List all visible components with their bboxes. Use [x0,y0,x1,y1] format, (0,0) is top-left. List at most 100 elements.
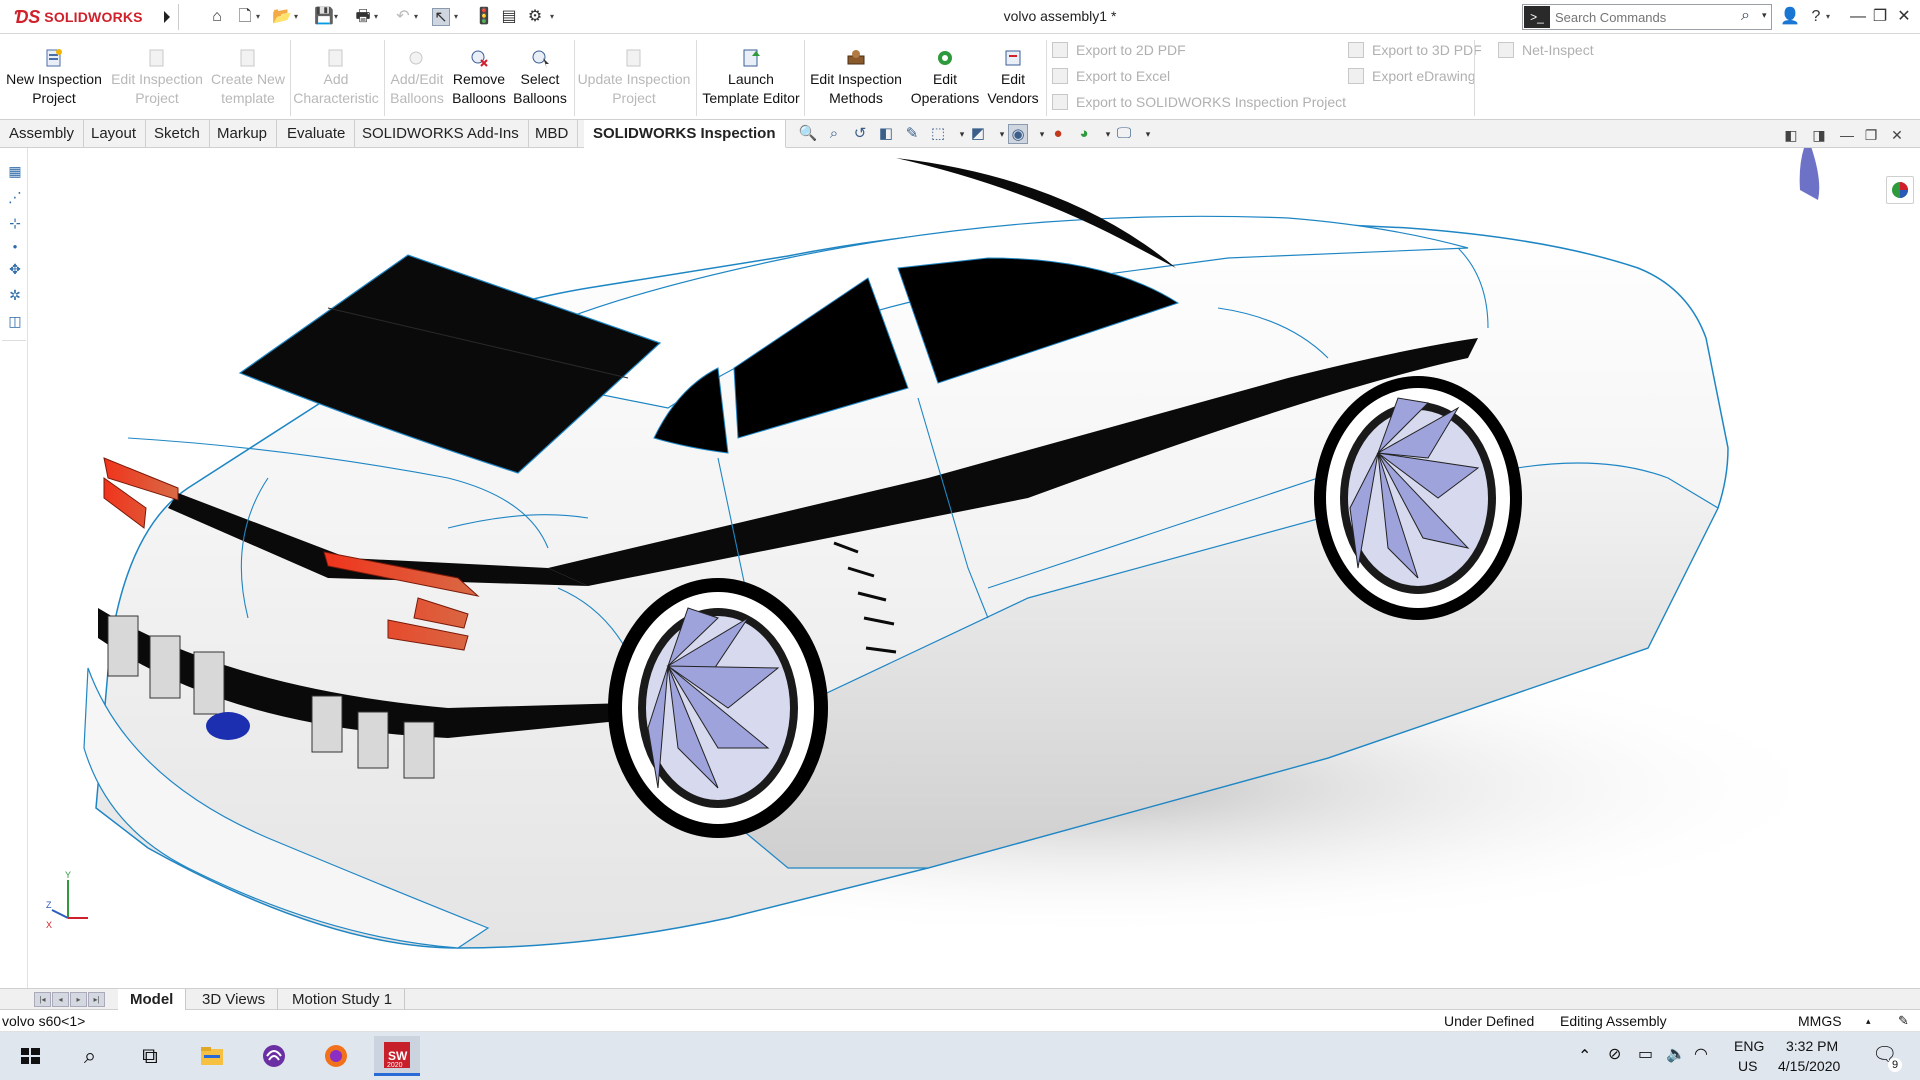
display-pane-toggle[interactable] [1886,176,1914,204]
home-icon[interactable]: ⌂ [208,8,226,26]
export-excel-button[interactable]: Export to Excel [1052,68,1170,84]
search-icon[interactable]: ⌕ [1741,7,1761,27]
firefox-icon[interactable] [320,1040,352,1072]
status-units[interactable]: MMGS [1798,1013,1842,1029]
apply-scene-icon[interactable]: ◕ [1074,124,1094,144]
restore-icon[interactable]: ❐ [1868,5,1892,29]
battery-icon[interactable]: ▭ [1638,1044,1653,1064]
search-input[interactable] [1555,7,1735,27]
tab-model[interactable]: Model [118,989,187,1011]
tab-markup[interactable]: Markup [208,120,278,148]
tab-sketch[interactable]: Sketch [145,120,210,148]
add-edit-balloons-button[interactable]: Add/Edit Balloons [386,48,448,108]
remove-balloons-button[interactable]: Remove Balloons [450,48,508,108]
dynamic-annotation-icon[interactable]: ✎ [902,124,922,144]
undo-dropdown-icon[interactable]: ▾ [414,10,422,24]
zoom-to-fit-icon[interactable]: 🔍 [798,124,818,144]
new-inspection-project-button[interactable]: New Inspection Project [6,48,102,108]
minimize-icon[interactable]: — [1846,5,1870,29]
export-2d-pdf-button[interactable]: Export to 2D PDF [1052,42,1186,58]
close-icon[interactable]: ✕ [1892,5,1916,29]
windows-start-icon[interactable] [14,1040,46,1072]
browser-app-icon[interactable] [258,1040,290,1072]
car-model-3d-view[interactable] [28,148,1920,988]
add-characteristic-button[interactable]: Add Characteristic [292,48,380,108]
menu-expand-arrow-icon[interactable] [162,7,172,27]
tab-assembly[interactable]: Assembly [0,120,85,148]
show-hidden-icons-icon[interactable]: ⌃ [1578,1046,1591,1066]
tab-motion-study-1[interactable]: Motion Study 1 [280,989,406,1011]
task-view-icon[interactable]: ⧉ [134,1040,166,1072]
help-dropdown-icon[interactable]: ▾ [1826,10,1834,24]
select-dropdown-icon[interactable]: ▾ [454,10,462,24]
mate-icon[interactable]: ✲ [6,286,24,304]
select-balloons-button[interactable]: Select Balloons [512,48,568,108]
rebuild-indicator-icon[interactable]: ✎ [1898,1013,1909,1029]
net-inspect-button[interactable]: Net-Inspect [1498,42,1594,58]
new-dropdown-icon[interactable]: ▾ [256,10,264,24]
tab-mbd[interactable]: MBD [526,120,579,148]
view-settings-dropdown-icon[interactable]: ▾ [1138,124,1158,144]
search-commands-box[interactable]: >_ ⌕ ▾ [1522,4,1772,30]
section-view-icon[interactable]: ◧ [876,124,896,144]
language-region[interactable]: US [1738,1058,1757,1074]
previous-view-icon[interactable]: ↺ [850,124,870,144]
display-style-icon[interactable]: ◩ [968,124,988,144]
edit-inspection-methods-button[interactable]: Edit Inspection Methods [806,48,906,108]
help-icon[interactable]: ? [1804,5,1828,29]
open-dropdown-icon[interactable]: ▾ [294,10,302,24]
clock-time[interactable]: 3:32 PM [1786,1038,1838,1054]
print-dropdown-icon[interactable]: ▾ [374,10,382,24]
solidworks-taskbar-button[interactable]: SW 2020 [374,1036,420,1076]
hide-show-items-icon[interactable]: ◉ [1008,124,1028,144]
user-account-icon[interactable]: 👤 [1778,5,1802,29]
file-explorer-icon[interactable] [196,1040,228,1072]
undo-icon[interactable]: ↶ [394,8,412,26]
language-code[interactable]: ENG [1734,1038,1764,1054]
select-pointer-icon[interactable]: ↖ [432,8,450,26]
update-inspection-project-button[interactable]: Update Inspection Project [576,48,692,108]
network-error-icon[interactable]: ⊘ [1608,1044,1621,1064]
export-3d-pdf-button[interactable]: Export to 3D PDF [1348,42,1482,58]
edit-vendors-button[interactable]: Edit Vendors [984,48,1042,108]
units-dropdown-icon[interactable]: ▴ [1866,1016,1871,1027]
tile-left-icon[interactable]: ◧ [1782,126,1800,144]
open-folder-icon[interactable]: 📂 [272,8,292,26]
prev-tab-arrow-icon[interactable]: ◂ [52,992,69,1007]
doc-restore-icon[interactable]: ❐ [1862,126,1880,144]
print-icon[interactable]: 🖶 [354,8,372,26]
volume-icon[interactable]: 🔈 [1666,1044,1686,1064]
file-properties-icon[interactable]: ▤ [500,8,518,26]
doc-close-icon[interactable]: ✕ [1888,126,1906,144]
feature-manager-icon[interactable]: ▦ [6,162,24,180]
property-manager-icon[interactable]: ◫ [6,312,24,330]
sketch-line-icon[interactable]: ⋰ [6,188,24,206]
options-dropdown-icon[interactable]: ▾ [550,10,558,24]
next-tab-arrow-icon[interactable]: ▸ [70,992,87,1007]
coordinate-icon[interactable]: ⊹ [6,214,24,232]
edit-inspection-project-button[interactable]: Edit Inspection Project [108,48,206,108]
zoom-to-area-icon[interactable]: ⌕ [824,124,844,144]
tab-solidworks-add-ins[interactable]: SOLIDWORKS Add-Ins [353,120,529,148]
save-icon[interactable]: 💾 [314,8,334,26]
wifi-icon[interactable]: ◠ [1694,1044,1708,1064]
launch-template-editor-button[interactable]: Launch Template Editor [700,48,802,108]
tile-right-icon[interactable]: ◨ [1810,126,1828,144]
move-component-icon[interactable]: ✥ [6,260,24,278]
tab-layout[interactable]: Layout [82,120,147,148]
doc-minimize-icon[interactable]: — [1838,126,1856,144]
point-icon[interactable]: ● [6,238,24,256]
search-taskbar-icon[interactable]: ⌕ [74,1040,106,1072]
edit-operations-button[interactable]: Edit Operations [908,48,982,108]
view-settings-icon[interactable]: 🖵 [1114,124,1134,144]
first-tab-arrow-icon[interactable]: |◂ [34,992,51,1007]
tab-evaluate[interactable]: Evaluate [278,120,356,148]
graphics-area[interactable] [28,148,1920,988]
clock-date[interactable]: 4/15/2020 [1778,1058,1840,1074]
traffic-light-icon[interactable]: 🚦 [474,8,494,26]
export-sw-inspection-button[interactable]: Export to SOLIDWORKS Inspection Project [1052,94,1346,110]
tab-solidworks-inspection[interactable]: SOLIDWORKS Inspection [584,120,786,148]
view-orientation-icon[interactable]: ⬚ [928,124,948,144]
export-edrawing-button[interactable]: Export eDrawing [1348,68,1476,84]
new-document-icon[interactable]: 🗋 [236,8,254,26]
